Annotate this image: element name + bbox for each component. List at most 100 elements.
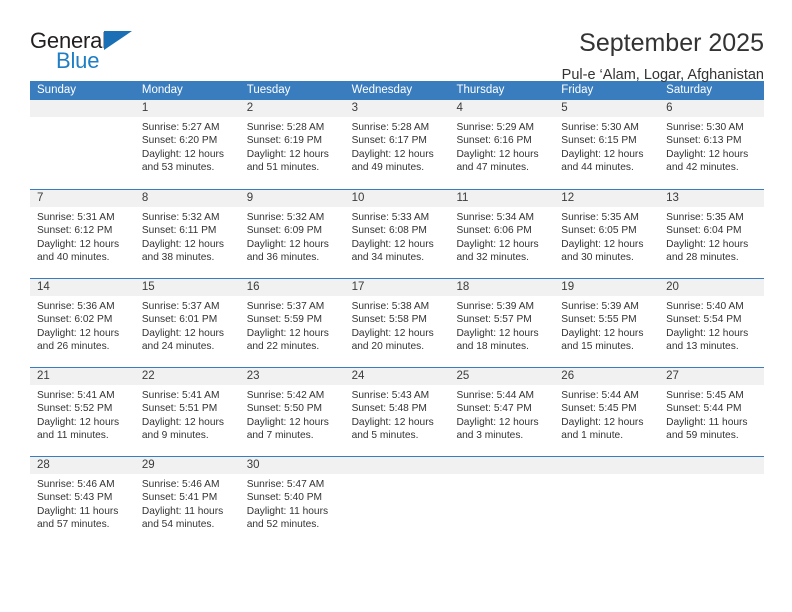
calendar-day-cell-empty [449,457,555,545]
day-detail-lines: Sunrise: 5:46 AM Sunset: 5:41 PM Daylight:… [135,474,240,532]
calendar-day-cell[interactable]: 8 Sunrise: 5:32 AM Sunset: 6:11 PM Daylight… [134,190,240,278]
day-number: 19 [554,279,660,296]
calendar-day-cell[interactable]: 22 Sunrise: 5:41 AM Sunset: 5:51 PM Dayligh… [134,368,240,456]
calendar-day-cell[interactable]: 1 Sunrise: 5:27 AM Sunset: 6:20 PM Daylight… [134,100,240,189]
day-detail-line: Daylight: 12 hours [561,148,644,160]
day-number [659,457,765,474]
day-detail-line: and 52 minutes. [246,519,320,531]
day-detail-lines: Sunrise: 5:37 AM Sunset: 6:01 PM Daylight:… [135,296,240,354]
day-detail-line: Daylight: 12 hours [351,416,434,428]
calendar-day-cell[interactable]: 5 Sunrise: 5:30 AM Sunset: 6:15 PM Daylight… [554,100,660,189]
day-detail-line: Daylight: 11 hours [141,505,224,517]
calendar-week-row: 21 Sunrise: 5:41 AM Sunset: 5:52 PM Dayligh… [30,367,765,456]
calendar-day-cell[interactable]: 14 Sunrise: 5:36 AM Sunset: 6:02 PM Dayligh… [30,279,135,367]
day-detail-line: Sunrise: 5:45 AM [666,390,744,401]
day-detail-lines: Sunrise: 5:36 AM Sunset: 6:02 PM Daylight:… [30,296,135,354]
day-detail-lines: Sunrise: 5:38 AM Sunset: 5:58 PM Daylight:… [345,296,450,354]
calendar-day-cell[interactable]: 29 Sunrise: 5:46 AM Sunset: 5:41 PM Dayligh… [134,457,240,545]
triangle-flag-icon [104,31,132,50]
day-detail-line: Sunrise: 5:29 AM [456,122,535,133]
calendar-day-cell[interactable]: 7 Sunrise: 5:31 AM Sunset: 6:12 PM Daylight… [30,190,135,278]
calendar-page: General Blue September 2025 Pul-e ‘Alam,… [0,0,792,612]
day-detail-line: Sunset: 6:20 PM [141,135,218,147]
calendar-day-cell[interactable]: 26 Sunrise: 5:44 AM Sunset: 5:45 PM Dayligh… [554,368,660,456]
day-detail-line: Daylight: 12 hours [561,416,644,428]
weekday-header-row: Sunday Monday Tuesday Wednesday Thursday Frid… [30,81,764,100]
day-detail-line: Daylight: 12 hours [246,148,329,160]
brand-logo[interactable]: General Blue [30,28,150,76]
day-detail-line: Sunset: 6:15 PM [561,135,637,147]
day-detail-line: Daylight: 12 hours [141,238,224,250]
day-detail-line: Sunrise: 5:35 AM [666,212,744,223]
day-detail-line: Sunrise: 5:39 AM [561,301,639,312]
calendar-day-cell[interactable]: 15 Sunrise: 5:37 AM Sunset: 6:01 PM Dayligh… [134,279,240,367]
day-number: 13 [659,190,765,207]
day-detail-line: and 26 minutes. [37,341,110,353]
calendar-day-cell[interactable]: 20 Sunrise: 5:40 AM Sunset: 5:54 PM Dayligh… [659,279,765,367]
day-detail-lines: Sunrise: 5:47 AM Sunset: 5:40 PM Daylight:… [240,474,345,532]
calendar-day-cell[interactable]: 19 Sunrise: 5:39 AM Sunset: 5:55 PM Dayligh… [554,279,660,367]
calendar-day-cell[interactable]: 17 Sunrise: 5:38 AM Sunset: 5:58 PM Dayligh… [344,279,450,367]
day-detail-line: Sunset: 6:13 PM [666,135,742,147]
day-detail-line: Daylight: 12 hours [666,238,749,250]
day-detail-line: Sunrise: 5:41 AM [141,390,220,401]
day-detail-line: and 30 minutes. [561,252,634,264]
calendar-day-cell[interactable]: 21 Sunrise: 5:41 AM Sunset: 5:52 PM Dayligh… [30,368,135,456]
calendar-day-cell[interactable]: 3 Sunrise: 5:28 AM Sunset: 6:17 PM Daylight… [344,100,450,189]
day-detail-line: Sunset: 6:11 PM [141,225,217,237]
day-detail-lines: Sunrise: 5:30 AM Sunset: 6:13 PM Daylight:… [659,117,764,175]
calendar-day-cell[interactable]: 25 Sunrise: 5:44 AM Sunset: 5:47 PM Dayligh… [449,368,555,456]
day-detail-line: Daylight: 12 hours [37,416,120,428]
day-detail-line: and 9 minutes. [141,430,209,442]
day-detail-line: and 49 minutes. [351,162,425,174]
calendar-day-cell[interactable]: 9 Sunrise: 5:32 AM Sunset: 6:09 PM Daylight… [239,190,345,278]
day-number: 7 [30,190,135,207]
calendar-day-cell[interactable]: 30 Sunrise: 5:47 AM Sunset: 5:40 PM Dayligh… [239,457,345,545]
day-detail-line: Sunset: 5:50 PM [246,403,323,415]
day-detail-line: Sunrise: 5:31 AM [37,212,115,223]
calendar-day-cell-empty [554,457,660,545]
day-detail-line: and 15 minutes. [561,341,634,353]
day-detail-line: and 5 minutes. [351,430,419,442]
day-number: 24 [344,368,450,385]
day-number: 8 [134,190,240,207]
day-number: 12 [554,190,660,207]
calendar-day-cell[interactable]: 11 Sunrise: 5:34 AM Sunset: 6:06 PM Dayligh… [449,190,555,278]
calendar-day-cell[interactable]: 23 Sunrise: 5:42 AM Sunset: 5:50 PM Dayligh… [239,368,345,456]
calendar-day-cell[interactable]: 16 Sunrise: 5:37 AM Sunset: 5:59 PM Dayligh… [239,279,345,367]
day-detail-line: Sunrise: 5:36 AM [37,301,115,312]
day-detail-line: Sunrise: 5:32 AM [246,212,325,223]
day-number: 14 [30,279,135,296]
calendar-day-cell[interactable]: 28 Sunrise: 5:46 AM Sunset: 5:43 PM Dayligh… [30,457,135,545]
day-number [449,457,555,474]
calendar-day-cell[interactable]: 13 Sunrise: 5:35 AM Sunset: 6:04 PM Dayligh… [659,190,765,278]
weekday-header-wednesday: Wednesday [351,84,413,96]
calendar-day-cell[interactable]: 4 Sunrise: 5:29 AM Sunset: 6:16 PM Daylight… [449,100,555,189]
calendar-day-cell[interactable]: 18 Sunrise: 5:39 AM Sunset: 5:57 PM Dayligh… [449,279,555,367]
day-detail-line: Sunset: 5:52 PM [37,403,113,415]
day-number: 11 [449,190,555,207]
day-detail-line: Sunrise: 5:33 AM [351,212,430,223]
day-detail-line: Sunrise: 5:27 AM [141,122,220,133]
day-number: 3 [344,100,450,117]
calendar-day-cell[interactable]: 10 Sunrise: 5:33 AM Sunset: 6:08 PM Dayligh… [344,190,450,278]
day-number: 30 [239,457,345,474]
day-detail-lines: Sunrise: 5:31 AM Sunset: 6:12 PM Daylight:… [30,207,135,265]
calendar-day-cell[interactable]: 2 Sunrise: 5:28 AM Sunset: 6:19 PM Daylight… [239,100,345,189]
day-detail-lines: Sunrise: 5:28 AM Sunset: 6:19 PM Daylight:… [240,117,345,175]
day-number: 17 [344,279,450,296]
day-detail-line: and 59 minutes. [666,430,739,442]
day-number: 21 [30,368,135,385]
calendar-week-row: 1 Sunrise: 5:27 AM Sunset: 6:20 PM Daylight… [30,100,765,189]
calendar-day-cell[interactable]: 24 Sunrise: 5:43 AM Sunset: 5:48 PM Dayligh… [344,368,450,456]
day-number: 6 [659,100,765,117]
day-number: 22 [134,368,240,385]
calendar-day-cell[interactable]: 27 Sunrise: 5:45 AM Sunset: 5:44 PM Dayligh… [659,368,765,456]
day-detail-line: Daylight: 12 hours [351,148,434,160]
calendar-day-cell[interactable]: 12 Sunrise: 5:35 AM Sunset: 6:05 PM Dayligh… [554,190,660,278]
day-detail-line: and 13 minutes. [666,341,739,353]
calendar-day-cell[interactable]: 6 Sunrise: 5:30 AM Sunset: 6:13 PM Daylight… [659,100,765,189]
day-detail-line: Daylight: 12 hours [561,327,644,339]
calendar-week-row: 7 Sunrise: 5:31 AM Sunset: 6:12 PM Daylight… [30,189,765,278]
calendar-day-cell-empty [344,457,450,545]
